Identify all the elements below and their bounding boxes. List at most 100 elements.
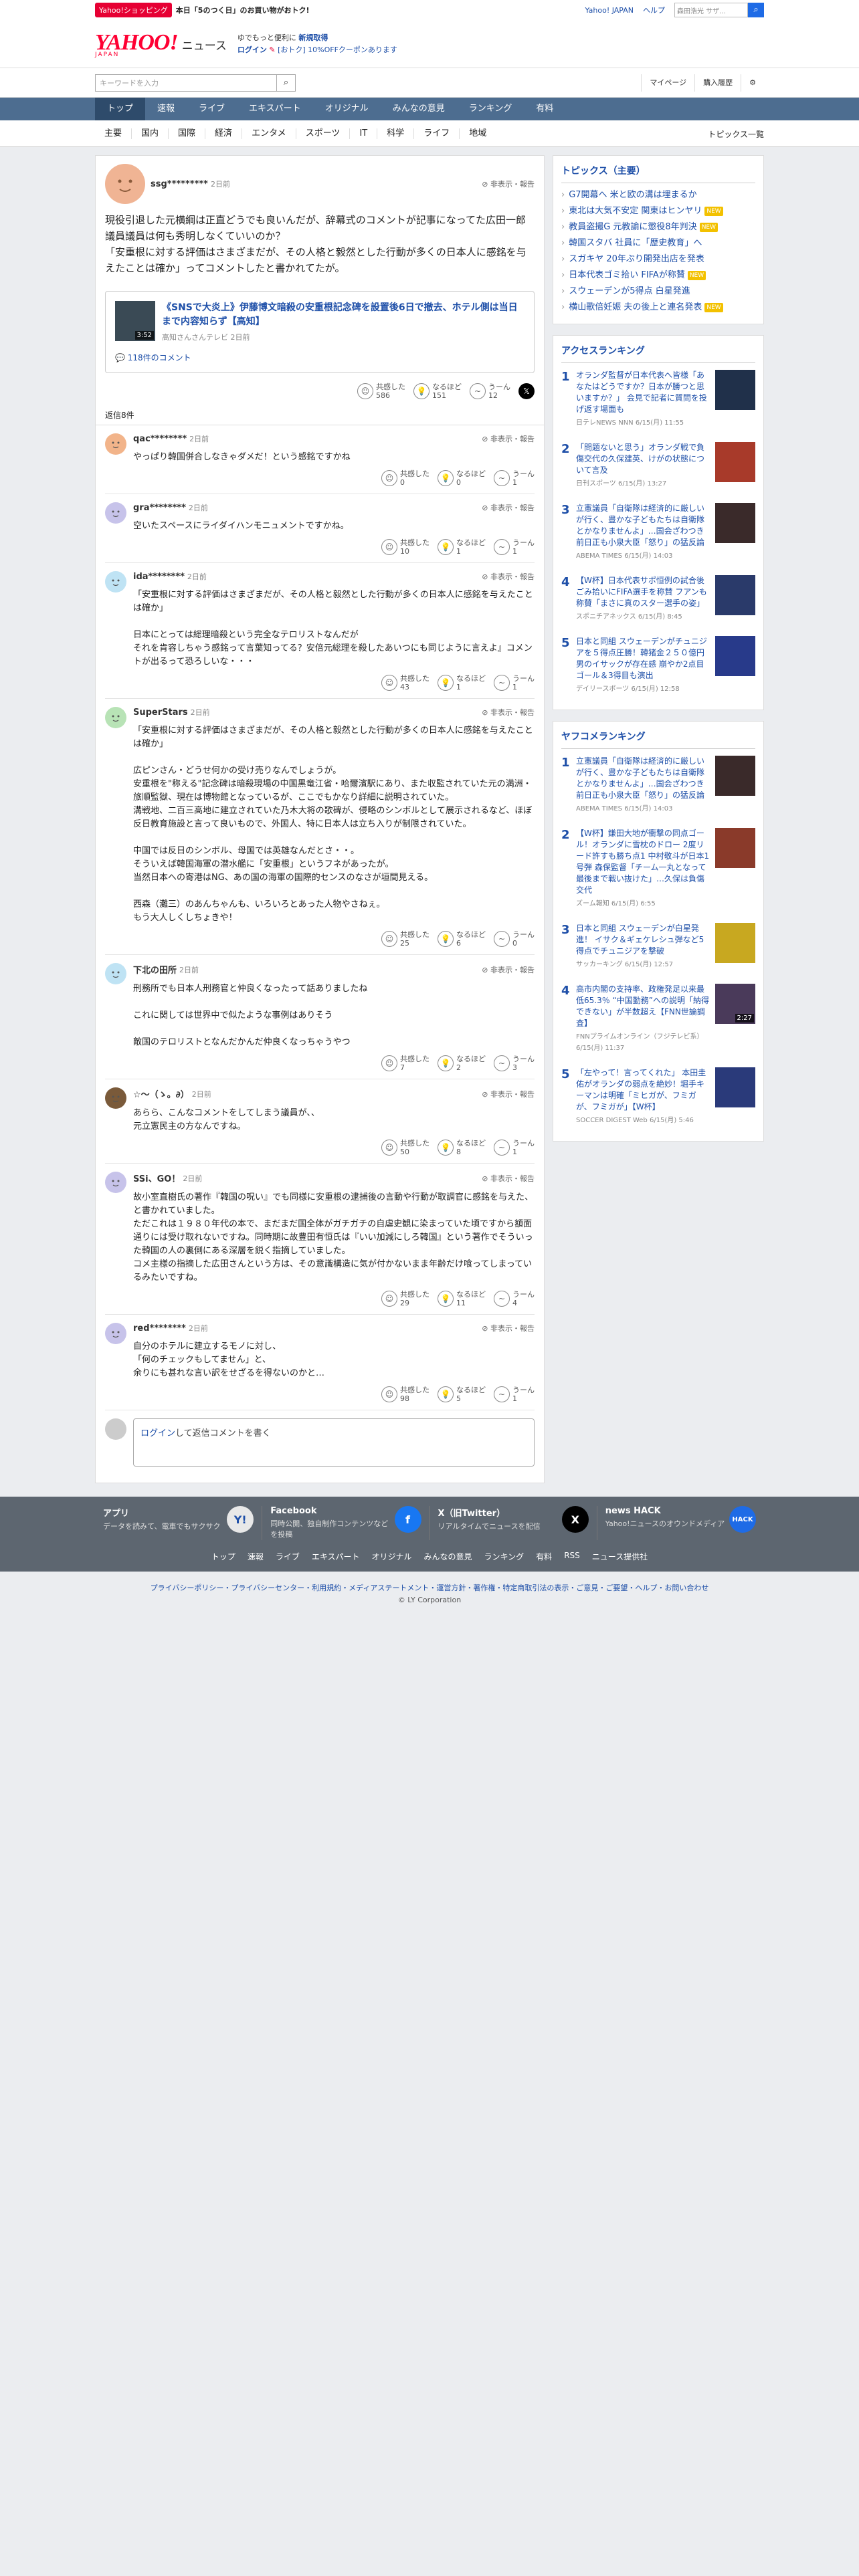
ranking-item[interactable]: 1 立憲議員「自衛隊は経済的に厳しいが行く、豊かな子どもたちは自衛隊とかなりません… bbox=[561, 749, 755, 821]
gear-icon[interactable]: ⚙ bbox=[741, 74, 764, 92]
footer-link-3[interactable]: エキスパート bbox=[312, 1551, 360, 1562]
comment-count-link[interactable]: 💬 118件のコメント bbox=[115, 352, 524, 363]
rank-text[interactable]: 「左やって！言ってくれた」 本田圭佑がオランダの弱点を絶妙！堀手キーマンは明確「… bbox=[576, 1067, 710, 1126]
react-hmm[interactable]: ~ うーん 1 bbox=[494, 538, 535, 556]
react-hmm[interactable]: ~ うーん 3 bbox=[494, 1055, 535, 1072]
footer-app-1[interactable]: Facebook 同時公開、独自制作コンテンツなどを投稿 f bbox=[262, 1506, 430, 1540]
rank-text[interactable]: 高市内閣の支持率、政権発足以来最低65.3％ “中国勤務”への説明「納得できない… bbox=[576, 984, 710, 1054]
footer-link-2[interactable]: ライブ bbox=[276, 1551, 300, 1562]
keyword-input[interactable]: キーワードを入力 bbox=[96, 78, 276, 88]
report-link[interactable]: ⊘ 非表示・報告 bbox=[482, 1323, 535, 1333]
rank-thumbnail[interactable] bbox=[715, 442, 755, 482]
nav-item-1[interactable]: 速報 bbox=[145, 98, 187, 120]
react-hmm[interactable]: ~ うーん 1 bbox=[494, 1386, 535, 1403]
subnav-item-9[interactable]: 地域 bbox=[460, 128, 496, 139]
rank-thumbnail[interactable] bbox=[715, 756, 755, 796]
topic-item[interactable]: 日本代表ゴミ拾い FIFAが称賛NEW bbox=[561, 267, 755, 284]
rank-thumbnail[interactable] bbox=[715, 1067, 755, 1107]
article-embed[interactable]: 3:52 《SNSで大炎上》伊藤博文暗殺の安重根記念碑を設置後6日で撤去、ホテル… bbox=[105, 291, 535, 373]
reply-user[interactable]: 下北の田所 bbox=[133, 963, 177, 976]
rank-thumbnail[interactable] bbox=[715, 923, 755, 963]
footer-link-7[interactable]: 有料 bbox=[536, 1551, 552, 1562]
react-hmm[interactable]: ~ うーん 0 bbox=[494, 930, 535, 948]
report-link[interactable]: ⊘ 非表示・報告 bbox=[482, 179, 535, 189]
subnav-item-5[interactable]: スポーツ bbox=[296, 128, 351, 139]
login-link[interactable]: ログイン bbox=[237, 45, 267, 54]
react-agree[interactable]: ☺ 共感した 43 bbox=[381, 674, 430, 691]
shopping-badge[interactable]: Yahoo!ショッピング bbox=[95, 3, 172, 17]
react-insight[interactable]: 💡 なるほど 1 bbox=[438, 674, 486, 691]
react-agree[interactable]: ☺ 共感した 10 bbox=[381, 538, 430, 556]
ranking-item[interactable]: 5 日本と同組 スウェーデンがチュニジアを５得点圧勝！韓猪金２５０億円男のイサック… bbox=[561, 629, 755, 702]
comment-user[interactable]: ssg********* bbox=[151, 179, 208, 189]
promo-text[interactable]: 本日「5のつく日」のお買い物がおトク! bbox=[176, 5, 310, 15]
topic-item[interactable]: G7開幕へ 米と欧の溝は埋まるか bbox=[561, 187, 755, 203]
subnav-item-4[interactable]: エンタメ bbox=[242, 128, 296, 139]
footer-link-1[interactable]: 速報 bbox=[248, 1551, 264, 1562]
footer-link-0[interactable]: トップ bbox=[211, 1551, 235, 1562]
signup-link[interactable]: 新規取得 bbox=[298, 33, 328, 42]
reply-input[interactable]: ログインして返信コメントを書く bbox=[133, 1418, 535, 1467]
ranking-item[interactable]: 4 【W杯】日本代表サポ恒例の試合後ごみ拾いにFIFA選手を称賛 フアンも称賛「ま… bbox=[561, 568, 755, 629]
ranking-item[interactable]: 4 高市内閣の支持率、政権発足以来最低65.3％ “中国勤務”への説明「納得できな… bbox=[561, 977, 755, 1061]
history-link[interactable]: 購入履歴 bbox=[694, 74, 741, 92]
report-link[interactable]: ⊘ 非表示・報告 bbox=[482, 571, 535, 582]
subnav-item-2[interactable]: 国際 bbox=[169, 128, 206, 139]
reply-user[interactable]: qac******** bbox=[133, 434, 187, 444]
react-insight[interactable]: 💡 なるほど 5 bbox=[438, 1386, 486, 1403]
topic-item[interactable]: 韓国スタバ 社員に「歴史教育」へ bbox=[561, 235, 755, 251]
react-agree[interactable]: ☺ 共感した 586 bbox=[357, 383, 405, 400]
footer-link-5[interactable]: みんなの意見 bbox=[424, 1551, 472, 1562]
topic-item[interactable]: 教員盗撮G 元教諭に懲役8年判決NEW bbox=[561, 219, 755, 235]
rank-thumbnail[interactable] bbox=[715, 370, 755, 410]
topic-item[interactable]: 横山歌倍妊娠 夫の後上と連名発表NEW bbox=[561, 300, 755, 316]
rank-thumbnail[interactable] bbox=[715, 575, 755, 615]
reply-user[interactable]: ida******** bbox=[133, 572, 185, 582]
rank-text[interactable]: オランダ監督が日本代表へ皆様「あなたはどうですか？日本が勝つと思いますか？」 会… bbox=[576, 370, 710, 429]
legal-links[interactable]: プライバシーポリシー・プライバシーセンター・利用規約・メディアステートメント・運… bbox=[0, 1582, 859, 1593]
react-hmm[interactable]: ~ うーん 1 bbox=[494, 674, 535, 691]
react-agree[interactable]: ☺ 共感した 0 bbox=[381, 469, 430, 487]
nav-item-2[interactable]: ライブ bbox=[187, 98, 237, 120]
react-insight[interactable]: 💡 なるほど 8 bbox=[438, 1139, 486, 1156]
react-agree[interactable]: ☺ 共感した 98 bbox=[381, 1386, 430, 1403]
report-link[interactable]: ⊘ 非表示・報告 bbox=[482, 433, 535, 444]
rank-thumbnail[interactable] bbox=[715, 636, 755, 676]
ranking-item[interactable]: 1 オランダ監督が日本代表へ皆様「あなたはどうですか？日本が勝つと思いますか？」 … bbox=[561, 363, 755, 435]
react-hmm[interactable]: ~ うーん 1 bbox=[494, 1139, 535, 1156]
nav-item-0[interactable]: トップ bbox=[95, 98, 146, 120]
topic-item[interactable]: スウェーデンが5得点 白星発進 bbox=[561, 284, 755, 300]
react-insight[interactable]: 💡 なるほど 151 bbox=[413, 383, 462, 400]
video-thumbnail[interactable]: 3:52 bbox=[115, 301, 155, 341]
topics-title[interactable]: トピックス（主要） bbox=[561, 164, 755, 183]
react-agree[interactable]: ☺ 共感した 7 bbox=[381, 1055, 430, 1072]
react-hmm[interactable]: ~ うーん 12 bbox=[470, 383, 510, 400]
react-hmm[interactable]: ~ うーん 4 bbox=[494, 1290, 535, 1307]
rank-text[interactable]: 日本と同組 スウェーデンがチュニジアを５得点圧勝！韓猪金２５０億円男のイサックが… bbox=[576, 636, 710, 695]
subnav-item-3[interactable]: 経済 bbox=[205, 128, 243, 139]
subnav-item-6[interactable]: IT bbox=[350, 128, 378, 139]
ranking-item[interactable]: 2 「問題ないと思う」オランダ戦で負傷交代の久保建英、けがの状態について言及 日刊ス… bbox=[561, 435, 755, 496]
ranking-item[interactable]: 3 日本と同組 スウェーデンが白星発進！ イサク＆ギェケレシュ弾など5得点でチュニ… bbox=[561, 916, 755, 977]
react-insight[interactable]: 💡 なるほど 1 bbox=[438, 538, 486, 556]
footer-app-0[interactable]: アプリ データを読みて、電車でもサクサク Y! bbox=[95, 1506, 263, 1540]
reply-user[interactable]: gra******** bbox=[133, 503, 186, 513]
web-search-input[interactable]: 森田浩光 サザ… bbox=[674, 3, 748, 17]
rank-text[interactable]: 立憲議員「自衛隊は経済的に厳しいが行く、豊かな子どもたちは自衛隊とかなりませんよ… bbox=[576, 756, 710, 815]
rank-text[interactable]: 立憲議員「自衛隊は経済的に厳しいが行く、豊かな子どもたちは自衛隊とかなりませんよ… bbox=[576, 503, 710, 562]
rank-thumbnail[interactable] bbox=[715, 828, 755, 868]
report-link[interactable]: ⊘ 非表示・報告 bbox=[482, 1173, 535, 1184]
footer-app-3[interactable]: news HACK Yahoo!ニュースのオウンドメディア HACK bbox=[597, 1506, 764, 1540]
ranking-item[interactable]: 3 立憲議員「自衛隊は経済的に厳しいが行く、豊かな子どもたちは自衛隊とかなりません… bbox=[561, 496, 755, 568]
rank-text[interactable]: 日本と同組 スウェーデンが白星発進！ イサク＆ギェケレシュ弾など5得点でチュニジ… bbox=[576, 923, 710, 970]
report-link[interactable]: ⊘ 非表示・報告 bbox=[482, 707, 535, 718]
reply-user[interactable]: red******** bbox=[133, 1323, 186, 1333]
logo[interactable]: YAHOO! JAPAN bbox=[95, 30, 179, 58]
report-link[interactable]: ⊘ 非表示・報告 bbox=[482, 1089, 535, 1099]
react-insight[interactable]: 💡 なるほど 2 bbox=[438, 1055, 486, 1072]
report-link[interactable]: ⊘ 非表示・報告 bbox=[482, 964, 535, 975]
search-icon[interactable]: ⌕ bbox=[276, 75, 295, 91]
subnav-item-0[interactable]: 主要 bbox=[95, 128, 132, 139]
help-link[interactable]: ヘルプ bbox=[643, 5, 665, 15]
reply-user[interactable]: ☆〜（ゝ。∂） bbox=[133, 1087, 189, 1100]
